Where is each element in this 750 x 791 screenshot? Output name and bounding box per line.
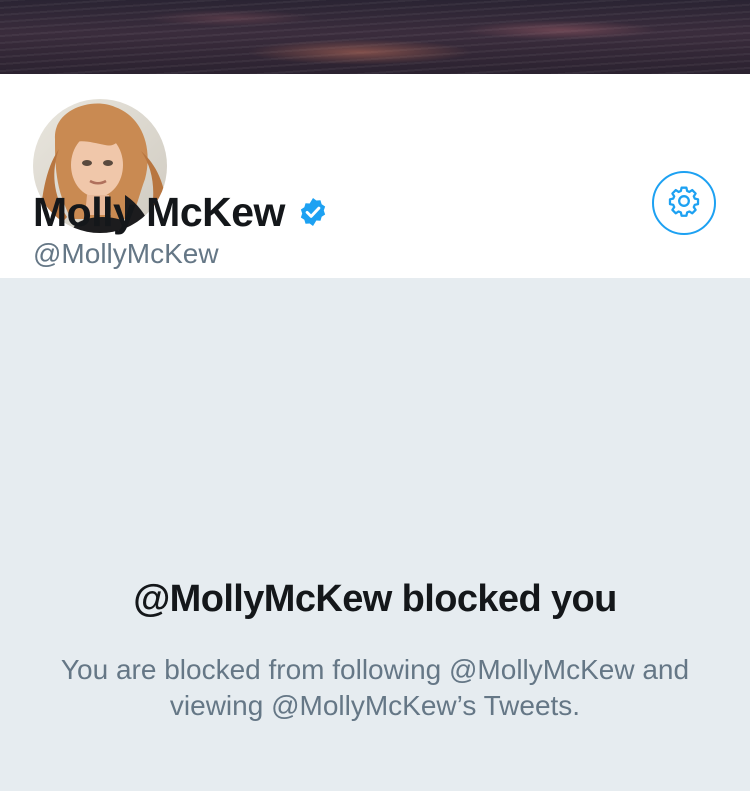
display-name-row: Molly McKew <box>33 186 329 238</box>
verified-badge-icon <box>297 196 329 228</box>
gear-icon <box>667 184 701 223</box>
settings-button[interactable] <box>652 171 716 235</box>
blocked-message: You are blocked from following @MollyMcK… <box>60 654 690 721</box>
profile-handle: @MollyMcKew <box>33 238 219 269</box>
profile-banner <box>0 0 750 74</box>
display-name: Molly McKew <box>33 188 285 235</box>
blocked-title: @MollyMcKew blocked you <box>133 578 617 620</box>
